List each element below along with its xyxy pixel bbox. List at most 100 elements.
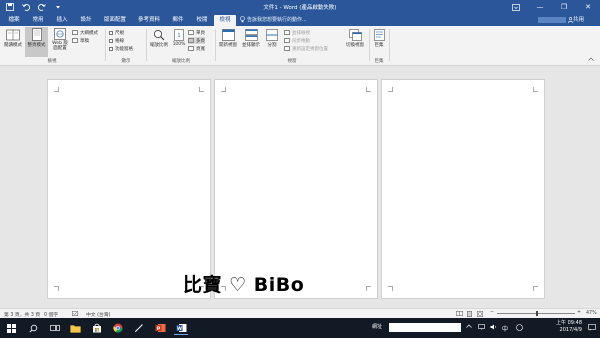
tab-home[interactable]: 常用 <box>28 15 48 26</box>
zoom-slider[interactable] <box>497 311 575 316</box>
nav-pane-label: 功能窗格 <box>115 46 133 52</box>
pen-app-icon[interactable] <box>132 321 146 335</box>
read-mode-status-icon[interactable] <box>456 311 463 316</box>
search-icon[interactable] <box>26 321 40 335</box>
task-view-icon[interactable] <box>48 321 62 335</box>
read-mode-label: 閱讀模式 <box>4 43 22 48</box>
ruler-check-box <box>109 30 113 35</box>
store-icon[interactable] <box>90 321 104 335</box>
page[interactable] <box>214 79 378 299</box>
minimize-button[interactable]: — <box>528 0 552 14</box>
sync-scroll-button[interactable]: 同步捲動 <box>284 37 310 44</box>
word-window: 文件1 - Word (產品啟動失敗) — ❐ ✕ 檔案 常用 插入 設計 版面… <box>0 0 600 338</box>
new-window-label: 開新視窗 <box>219 43 237 48</box>
tab-insert[interactable]: 插入 <box>52 15 72 26</box>
reset-position-button[interactable]: 重新設定視窗位置 <box>284 45 328 52</box>
window-controls: — ❐ ✕ <box>504 0 600 14</box>
zoom-level[interactable]: 47% <box>586 311 597 316</box>
volume-icon[interactable] <box>490 324 497 330</box>
one-page-label: 單頁 <box>196 30 205 36</box>
gridlines-label: 格線 <box>115 38 124 44</box>
arrange-all-button[interactable]: 並排顯示 <box>240 27 262 57</box>
magnifier-icon <box>148 29 170 41</box>
nav-pane-check-box <box>109 46 113 51</box>
tab-view[interactable]: 檢視 <box>214 15 236 26</box>
page-count[interactable]: 第 3 頁，共 3 頁 <box>4 311 40 318</box>
print-layout-button[interactable]: 整頁模式 <box>25 27 48 57</box>
outline-button[interactable]: 大綱模式 <box>72 29 98 36</box>
read-mode-icon <box>2 29 24 41</box>
side-by-side-button[interactable]: 並排檢視 <box>284 29 310 36</box>
tab-file[interactable]: 檔案 <box>4 15 24 26</box>
ime-mode-icon[interactable] <box>516 324 523 331</box>
proofing-icon[interactable] <box>72 311 78 316</box>
chevron-up-icon[interactable] <box>466 324 472 328</box>
address-input[interactable] <box>389 323 461 332</box>
zoom-slider-thumb[interactable] <box>536 311 538 316</box>
tab-review[interactable]: 校閱 <box>192 15 212 26</box>
macros-button[interactable]: 巨集 <box>371 27 387 57</box>
collapse-ribbon-icon[interactable] <box>588 57 594 61</box>
zoom-label: 縮放比例 <box>150 43 168 48</box>
split-button[interactable]: 分割 <box>263 27 281 57</box>
notifications-icon[interactable] <box>588 324 596 331</box>
powerpoint-icon[interactable]: P <box>153 321 167 335</box>
tab-references[interactable]: 參考資料 <box>134 15 164 26</box>
zoom-100-button[interactable]: 1 100% <box>171 27 187 57</box>
system-clock[interactable]: 上午 09:48 2017/4/9 <box>556 320 582 334</box>
ruler-checkbox[interactable]: 尺規 <box>109 29 124 36</box>
word-taskbar-icon[interactable]: W <box>174 321 188 335</box>
print-layout-icon <box>25 28 48 41</box>
chrome-icon[interactable] <box>111 321 125 335</box>
close-button[interactable]: ✕ <box>576 0 600 14</box>
tab-design[interactable]: 設計 <box>76 15 96 26</box>
macros-icon <box>371 29 387 41</box>
page[interactable] <box>47 79 211 299</box>
sync-scroll-icon <box>284 38 290 43</box>
tell-me-box[interactable]: 告訴我您想要執行的動作... <box>240 16 307 24</box>
ribbon-tab-bar: 檔案 常用 插入 設計 版面配置 參考資料 郵件 校閱 檢視 告訴我您想要執行的… <box>0 14 600 26</box>
margin-mark <box>533 286 538 291</box>
restore-button[interactable]: ❐ <box>552 0 576 14</box>
page[interactable] <box>381 79 545 299</box>
address-label: 網址 <box>372 324 383 330</box>
signed-in-user[interactable] <box>538 17 566 23</box>
gridlines-checkbox[interactable]: 格線 <box>109 37 124 44</box>
zoom-100-icon: 1 <box>171 29 187 41</box>
switch-windows-button[interactable]: 切換視窗 <box>343 27 367 57</box>
read-mode-button[interactable]: 閱讀模式 <box>2 27 24 57</box>
word-count[interactable]: 0 個字 <box>44 311 58 318</box>
share-button[interactable]: 共用 <box>568 15 584 26</box>
multiple-pages-label: 多頁 <box>196 38 205 44</box>
multiple-pages-icon <box>188 38 194 43</box>
margin-mark <box>199 87 204 92</box>
outline-label: 大綱模式 <box>80 30 98 36</box>
draft-button[interactable]: 草稿 <box>72 37 89 44</box>
side-by-side-icon <box>284 30 290 35</box>
new-window-button[interactable]: 開新視窗 <box>217 27 239 57</box>
ribbon-display-options-icon[interactable] <box>504 0 528 14</box>
window-group-label: 視窗 <box>287 59 297 64</box>
group-separator <box>105 29 106 61</box>
nav-pane-checkbox[interactable]: 功能窗格 <box>109 45 133 52</box>
language-indicator[interactable]: 中文 (台灣) <box>86 311 110 318</box>
multiple-pages-button[interactable]: 多頁 <box>188 37 205 44</box>
print-layout-status-icon[interactable] <box>467 311 472 317</box>
web-layout-button[interactable]: Web 版面配置 <box>49 27 71 57</box>
zoom-out-button[interactable]: − <box>490 310 494 315</box>
tab-mailings[interactable]: 郵件 <box>168 15 188 26</box>
file-explorer-icon[interactable] <box>68 321 82 335</box>
sync-scroll-label: 同步捲動 <box>292 38 310 44</box>
zoom-button[interactable]: 縮放比例 <box>148 27 170 57</box>
start-button[interactable] <box>4 321 18 335</box>
clock-date: 2017/4/9 <box>559 327 582 333</box>
ime-indicator[interactable]: 中 <box>502 324 508 333</box>
page-width-button[interactable]: 頁寬 <box>188 45 205 52</box>
switch-windows-label: 切換視窗 <box>346 43 364 48</box>
network-icon[interactable] <box>478 324 485 330</box>
zoom-in-button[interactable]: + <box>577 310 581 315</box>
tab-layout[interactable]: 版面配置 <box>100 15 130 26</box>
web-layout-status-icon[interactable] <box>477 311 483 317</box>
views-group-label: 檢視 <box>47 59 57 64</box>
one-page-button[interactable]: 單頁 <box>188 29 205 36</box>
